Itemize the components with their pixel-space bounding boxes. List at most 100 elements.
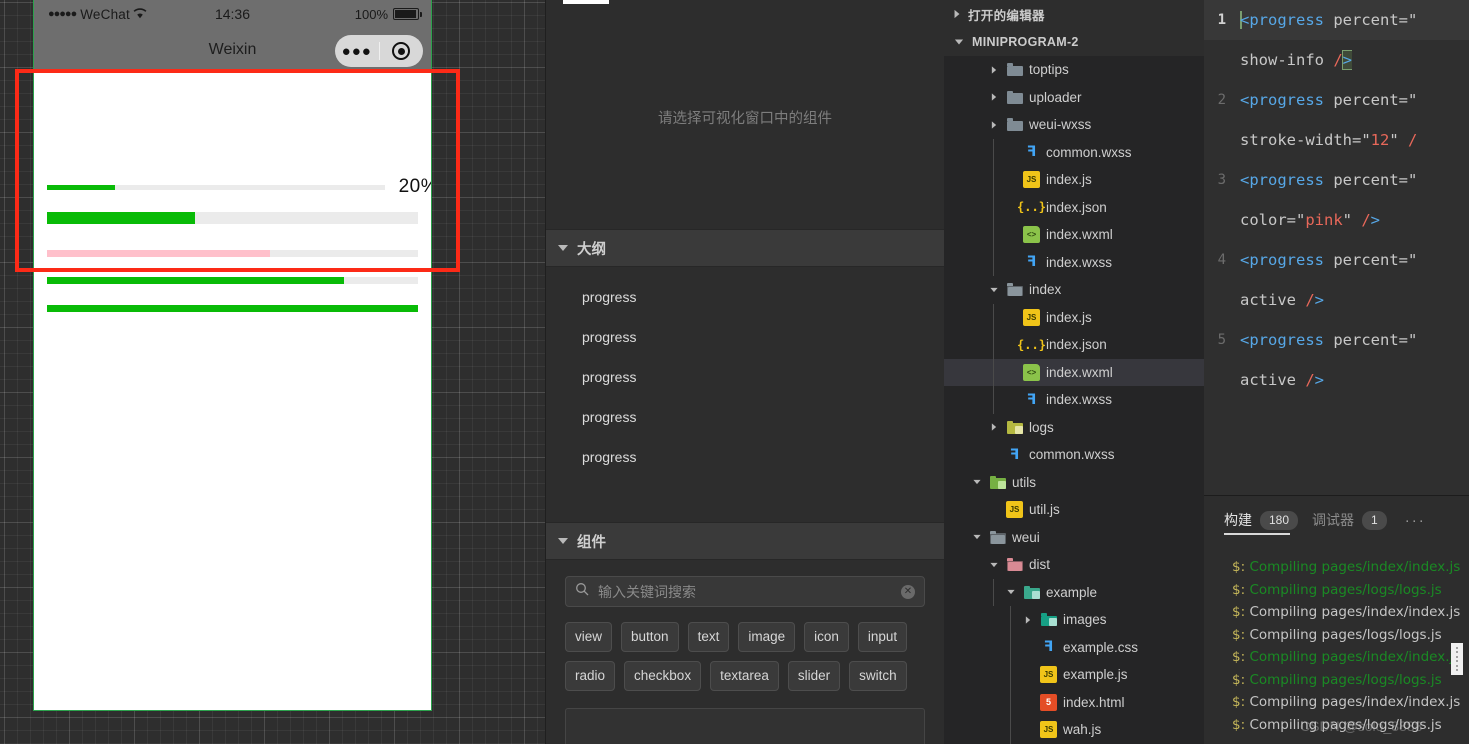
tree-row[interactable]: <> index.wxml xyxy=(944,221,1204,249)
tree-row[interactable]: index xyxy=(944,276,1204,304)
chevron-down-icon[interactable] xyxy=(558,245,568,251)
code-line-wrap[interactable]: stroke-width="12" / xyxy=(1204,120,1469,160)
tree-row[interactable]: weui-wxss xyxy=(944,111,1204,139)
code-line-wrap[interactable]: show-info /> xyxy=(1204,40,1469,80)
open-editors-header[interactable]: 打开的编辑器 xyxy=(944,0,1204,28)
log-prompt: $: xyxy=(1232,626,1250,643)
project-root-header[interactable]: MINIPROGRAM-2 xyxy=(944,28,1204,56)
chevron-down-icon[interactable] xyxy=(988,562,1000,568)
component-tag-textarea[interactable]: textarea xyxy=(710,661,779,692)
code-line[interactable]: 4 <progress percent=" xyxy=(1204,240,1469,280)
drag-grip-icon[interactable] xyxy=(1451,643,1463,675)
component-tag-image[interactable]: image xyxy=(738,622,796,653)
tree-row-label: utils xyxy=(1012,474,1037,490)
line-number: 3 xyxy=(1217,172,1226,188)
tree-row[interactable]: example xyxy=(944,578,1204,606)
folder-icon xyxy=(989,474,1006,491)
code-editor[interactable]: 1 <progress percent=" show-info /> 2 <progre… xyxy=(1204,0,1469,495)
code-line-wrap[interactable]: color="pink" /> xyxy=(1204,200,1469,240)
chevron-down-icon[interactable] xyxy=(558,538,568,544)
code-line[interactable]: 2 <progress percent=" xyxy=(1204,80,1469,120)
tree-row[interactable]: {..} index.json xyxy=(944,331,1204,359)
target-circle-icon[interactable] xyxy=(380,42,424,60)
outline-item-label: progress xyxy=(582,289,637,305)
tree-row-label: weui-wxss xyxy=(1029,117,1092,133)
tree-row[interactable]: JS example.js xyxy=(944,661,1204,689)
progress-fill xyxy=(47,212,196,224)
tree-row[interactable]: logs xyxy=(944,414,1204,442)
clear-circle-icon[interactable]: ✕ xyxy=(901,584,915,599)
component-tag-button[interactable]: button xyxy=(621,622,679,653)
chevron-down-icon[interactable] xyxy=(1005,589,1017,595)
capsule-button[interactable]: ●●● xyxy=(335,35,423,67)
outline-item[interactable]: progress xyxy=(546,277,944,317)
log-message: Compiling pages/index/index.js xyxy=(1249,694,1461,710)
outline-item[interactable]: progress xyxy=(546,357,944,397)
code-token: pink xyxy=(1305,211,1343,229)
tree-row[interactable]: <> index.wxml xyxy=(944,358,1204,386)
progress-track xyxy=(47,305,418,312)
component-tag-input[interactable]: input xyxy=(857,622,908,653)
tree-row-label: common.wxss xyxy=(1029,447,1115,463)
components-section-header[interactable]: 组件 xyxy=(546,522,944,560)
chevron-down-icon[interactable] xyxy=(971,534,983,540)
project-name-label: MINIPROGRAM-2 xyxy=(972,35,1079,49)
tree-row[interactable]: JS index.js xyxy=(944,303,1204,331)
tree-row[interactable]: JS wah.js xyxy=(944,716,1204,744)
more-horizontal-icon[interactable]: ··· xyxy=(1405,512,1426,529)
component-tag-view[interactable]: view xyxy=(565,622,613,653)
outline-item[interactable]: progress xyxy=(546,397,944,437)
tree-row[interactable]: ꟻ common.wxss xyxy=(944,138,1204,166)
tree-row[interactable]: utils xyxy=(944,469,1204,497)
component-tag-text[interactable]: text xyxy=(687,622,730,653)
console-tab[interactable]: 调试器 1 xyxy=(1312,496,1387,544)
code-text: <progress percent=" xyxy=(1240,240,1417,280)
tree-row[interactable]: ꟻ index.wxss xyxy=(944,248,1204,276)
chevron-down-icon[interactable] xyxy=(954,39,964,45)
progress-row xyxy=(47,250,418,257)
tree-row[interactable]: 5 index.html xyxy=(944,688,1204,716)
code-token: percent=" xyxy=(1324,11,1418,29)
component-search-box[interactable]: 输入关键词搜索 ✕ xyxy=(565,576,925,607)
outline-item[interactable]: progress xyxy=(546,437,944,477)
tree-row[interactable]: JS index.js xyxy=(944,166,1204,194)
tree-row[interactable]: uploader xyxy=(944,84,1204,112)
chevron-right-icon[interactable] xyxy=(988,65,1000,75)
indent-guide xyxy=(993,386,994,414)
chevron-right-icon[interactable] xyxy=(988,120,1000,130)
line-number: 4 xyxy=(1217,252,1226,268)
component-tag-radio[interactable]: radio xyxy=(565,661,616,692)
code-line[interactable]: 5 <progress percent=" xyxy=(1204,320,1469,360)
tree-row[interactable]: toptips xyxy=(944,56,1204,84)
chevron-right-icon[interactable] xyxy=(1022,615,1034,625)
chevron-right-icon[interactable] xyxy=(988,422,1000,432)
tree-row[interactable]: dist xyxy=(944,551,1204,579)
more-dots-icon[interactable]: ●●● xyxy=(335,44,379,59)
component-tag-slider[interactable]: slider xyxy=(787,661,841,692)
chevron-down-icon[interactable] xyxy=(971,479,983,485)
component-tag-checkbox[interactable]: checkbox xyxy=(624,661,702,692)
code-token: / xyxy=(1361,211,1371,229)
code-line-wrap[interactable]: active /> xyxy=(1204,280,1469,320)
tree-row[interactable]: weui xyxy=(944,524,1204,552)
tree-row[interactable]: {..} index.json xyxy=(944,193,1204,221)
chevron-down-icon[interactable] xyxy=(988,287,1000,293)
tree-row[interactable]: ꟻ common.wxss xyxy=(944,441,1204,469)
outline-item[interactable]: progress xyxy=(546,317,944,357)
tree-row[interactable]: images xyxy=(944,606,1204,634)
wxml-file-icon: <> xyxy=(1023,363,1040,381)
code-line[interactable]: 1 <progress percent=" xyxy=(1204,0,1469,40)
chevron-right-icon[interactable] xyxy=(988,92,1000,102)
tab-wxml-active-indicator[interactable] xyxy=(563,0,609,4)
code-line[interactable]: 3 <progress percent=" xyxy=(1204,160,1469,200)
component-tag-switch[interactable]: switch xyxy=(849,661,907,692)
search-input[interactable]: 输入关键词搜索 xyxy=(598,582,892,602)
tree-row[interactable]: ꟻ index.wxss xyxy=(944,386,1204,414)
console-tab[interactable]: 构建 180 xyxy=(1224,496,1299,544)
component-tag-icon[interactable]: icon xyxy=(804,622,849,653)
chevron-right-icon[interactable] xyxy=(954,9,960,19)
tree-row[interactable]: JS util.js xyxy=(944,496,1204,524)
outline-section-header[interactable]: 大纲 xyxy=(546,229,944,267)
code-line-wrap[interactable]: active /> xyxy=(1204,360,1469,400)
tree-row[interactable]: ꟻ example.css xyxy=(944,633,1204,661)
